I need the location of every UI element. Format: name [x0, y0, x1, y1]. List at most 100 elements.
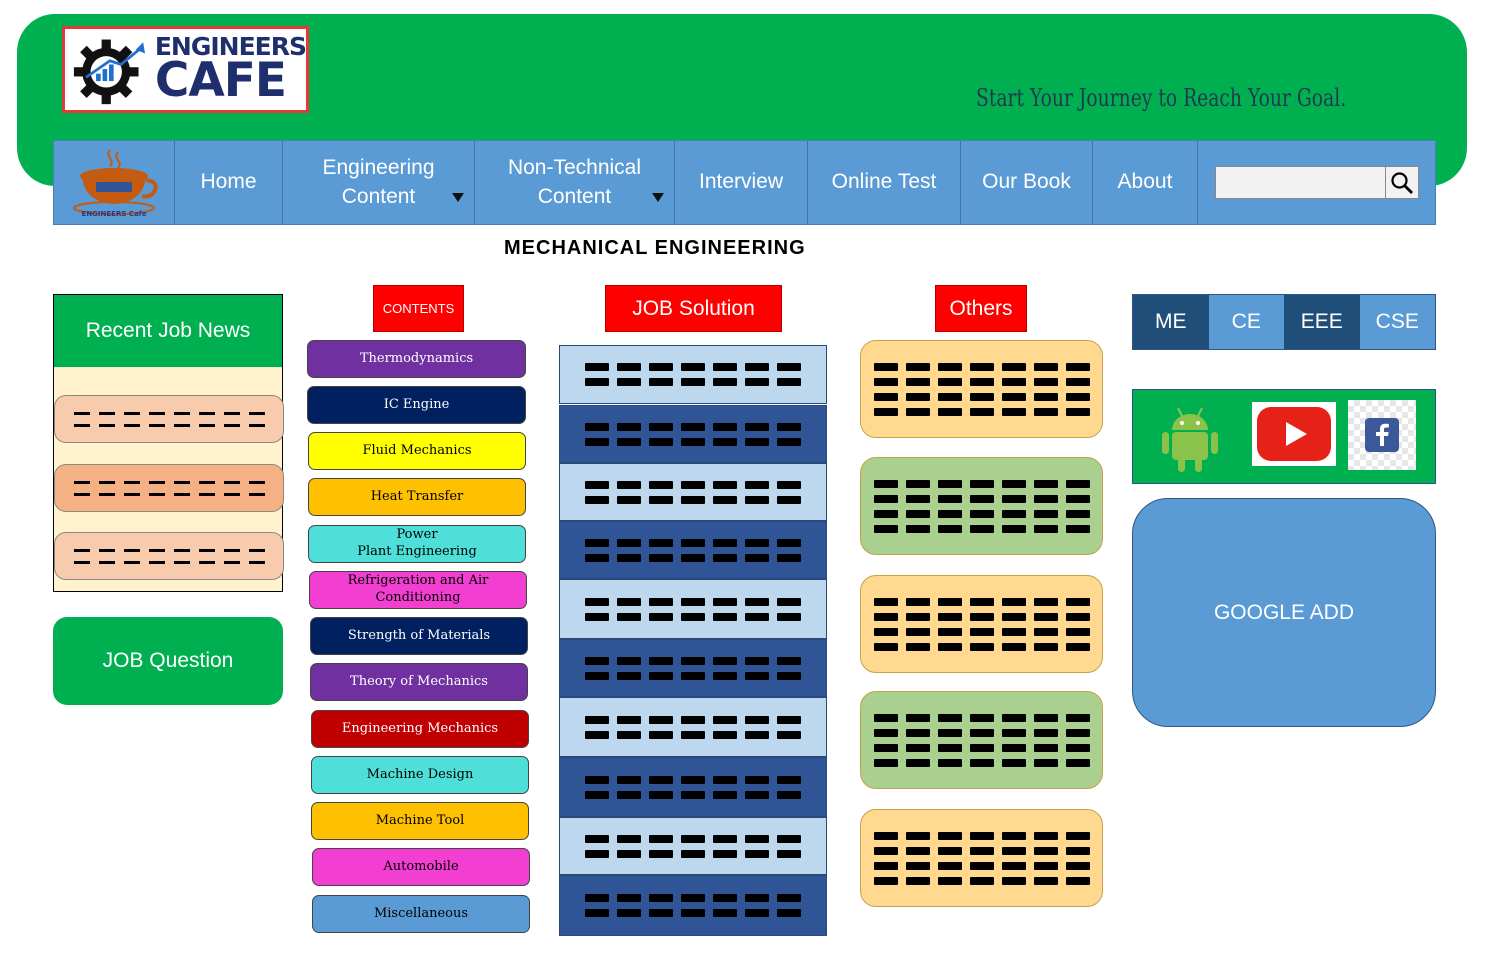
- placeholder-dash-row: [585, 656, 801, 665]
- news-item[interactable]: [54, 395, 284, 443]
- gear-logo-icon: [73, 39, 145, 104]
- nav-home-logo[interactable]: ENGINEERS Cafe: [54, 141, 175, 224]
- content-item-miscellaneous[interactable]: Miscellaneous: [312, 895, 530, 933]
- android-icon[interactable]: [1160, 402, 1220, 474]
- content-item-strength-of-materials[interactable]: Strength of Materials: [310, 617, 528, 655]
- placeholder-dash-row: [873, 713, 1090, 722]
- placeholder-dash-row: [73, 492, 265, 496]
- content-item-refrigeration-and-air-conditioning[interactable]: Refrigeration and Air Conditioning: [309, 571, 527, 609]
- nav-home-label: Home: [200, 170, 257, 194]
- placeholder-dash-row: [585, 715, 801, 724]
- search-button[interactable]: [1384, 166, 1419, 199]
- search-bar: [1198, 141, 1435, 224]
- content-item-machine-tool[interactable]: Machine Tool: [311, 802, 529, 840]
- placeholder-dash-row: [585, 849, 801, 858]
- facebook-link[interactable]: [1348, 400, 1416, 470]
- job-solution-item[interactable]: [559, 875, 827, 936]
- others-card[interactable]: [860, 457, 1103, 555]
- nav-interview-label: Interview: [698, 170, 784, 194]
- others-card[interactable]: [860, 809, 1103, 907]
- recent-job-news-title[interactable]: Recent Job News: [54, 295, 282, 367]
- placeholder-dash-row: [73, 560, 265, 564]
- placeholder-dash-row: [585, 790, 801, 799]
- facebook-icon: [1365, 418, 1399, 452]
- others-card[interactable]: [860, 575, 1103, 673]
- content-item-thermodynamics[interactable]: Thermodynamics: [307, 340, 526, 378]
- content-item-machine-design[interactable]: Machine Design: [311, 756, 529, 794]
- content-item-theory-of-mechanics[interactable]: Theory of Mechanics: [310, 663, 528, 701]
- nav-online-test-label: Online Test: [831, 170, 937, 194]
- nav-home[interactable]: Home: [175, 141, 283, 224]
- others-label: Others: [935, 285, 1027, 332]
- google-ad-placeholder[interactable]: GOOGLE ADD: [1132, 498, 1436, 727]
- placeholder-dash-row: [873, 377, 1090, 386]
- placeholder-dash-row: [585, 612, 801, 621]
- job-solution-list: [559, 345, 827, 936]
- job-solution-item[interactable]: [559, 345, 827, 404]
- placeholder-dash-row: [585, 422, 801, 431]
- social-links: [1132, 389, 1436, 484]
- placeholder-dash-row: [73, 411, 265, 415]
- placeholder-dash-row: [873, 743, 1090, 752]
- content-item-engineering-mechanics[interactable]: Engineering Mechanics: [311, 710, 529, 748]
- nav-our-book[interactable]: Our Book: [961, 141, 1093, 224]
- content-item-power-plant-engineering[interactable]: Power Plant Engineering: [308, 525, 526, 563]
- tagline: Start Your Journey to Reach Your Goal.: [976, 84, 1347, 112]
- branch-tab-me[interactable]: ME: [1133, 295, 1209, 349]
- placeholder-dash-row: [873, 642, 1090, 651]
- placeholder-dash-row: [585, 378, 801, 386]
- placeholder-dash-row: [585, 894, 801, 902]
- nav-engineering-label: Engineering Content: [322, 156, 435, 208]
- placeholder-dash-row: [585, 909, 801, 917]
- branch-tab-cse[interactable]: CSE: [1359, 295, 1435, 349]
- placeholder-dash-row: [873, 627, 1090, 636]
- youtube-link[interactable]: [1252, 402, 1336, 466]
- job-solution-item[interactable]: [559, 757, 827, 817]
- nav-nontech-label: Non-Technical Content: [507, 156, 642, 208]
- branch-tab-ce[interactable]: CE: [1208, 295, 1284, 349]
- placeholder-dash-row: [585, 775, 801, 784]
- logo-wordmark: ENGINEERS CAFE: [155, 34, 307, 103]
- placeholder-dash-row: [585, 437, 801, 446]
- site-logo[interactable]: ENGINEERS CAFE: [62, 26, 309, 113]
- job-solution-item[interactable]: [559, 697, 827, 757]
- job-solution-item[interactable]: [559, 817, 827, 875]
- nav-non-technical-content[interactable]: Non-Technical Content: [475, 141, 675, 224]
- others-card[interactable]: [860, 691, 1103, 789]
- placeholder-dash-row: [873, 728, 1090, 737]
- branch-tab-eee[interactable]: EEE: [1284, 295, 1360, 349]
- job-solution-item[interactable]: [559, 639, 827, 697]
- news-item[interactable]: [54, 532, 284, 580]
- placeholder-dash-row: [585, 363, 801, 371]
- page-title: MECHANICAL ENGINEERING: [504, 237, 806, 259]
- nav-online-test[interactable]: Online Test: [808, 141, 961, 224]
- placeholder-dash-row: [873, 479, 1090, 488]
- placeholder-dash-row: [585, 671, 801, 680]
- job-solution-item[interactable]: [559, 579, 827, 639]
- nav-interview[interactable]: Interview: [675, 141, 808, 224]
- nav-about-label: About: [1117, 170, 1173, 194]
- placeholder-dash-row: [873, 524, 1090, 533]
- job-solution-item[interactable]: [559, 463, 827, 521]
- content-item-ic-engine[interactable]: IC Engine: [307, 386, 526, 424]
- placeholder-dash-row: [585, 480, 801, 489]
- content-item-fluid-mechanics[interactable]: Fluid Mechanics: [308, 432, 526, 470]
- placeholder-dash-row: [585, 553, 801, 562]
- job-solution-item[interactable]: [559, 521, 827, 579]
- placeholder-dash-row: [873, 846, 1090, 855]
- content-item-automobile[interactable]: Automobile: [312, 848, 530, 886]
- job-question-button[interactable]: JOB Question: [53, 617, 283, 705]
- placeholder-dash-row: [73, 480, 265, 484]
- placeholder-dash-row: [585, 834, 801, 843]
- search-input[interactable]: [1214, 166, 1385, 199]
- news-item[interactable]: [54, 464, 284, 512]
- contents-label: CONTENTS: [373, 285, 464, 332]
- others-card[interactable]: [860, 340, 1103, 438]
- nav-about[interactable]: About: [1093, 141, 1198, 224]
- job-solution-item[interactable]: [559, 405, 827, 463]
- nav-our-book-label: Our Book: [982, 170, 1071, 194]
- content-item-heat-transfer[interactable]: Heat Transfer: [308, 478, 526, 516]
- placeholder-dash-row: [585, 597, 801, 606]
- nav-engineering-content[interactable]: Engineering Content: [283, 141, 475, 224]
- placeholder-dash-row: [585, 495, 801, 504]
